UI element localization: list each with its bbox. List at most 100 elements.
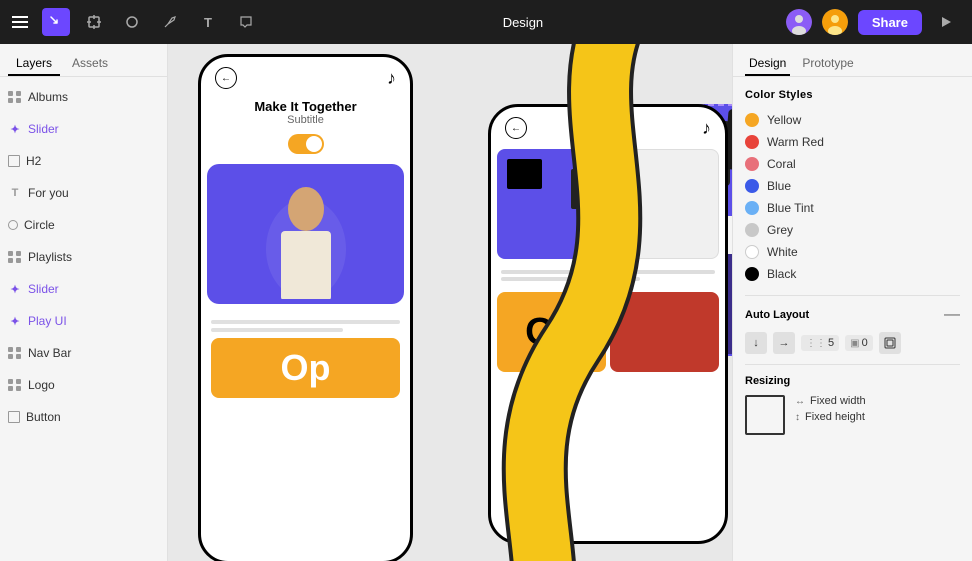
collapse-icon[interactable]: — (944, 306, 960, 324)
grid-icon-4 (8, 378, 22, 392)
music-icon-1: ♪ (387, 68, 396, 89)
layer-list: Albums ✦ Slider H2 T For you Circle (0, 77, 167, 561)
topbar-left: T (12, 8, 260, 36)
color-name-0: Yellow (767, 113, 801, 127)
grid-cell-2 (610, 149, 719, 259)
frame-tool[interactable] (80, 8, 108, 36)
pen-tool[interactable] (156, 8, 184, 36)
color-style-blue-tint[interactable]: Blue Tint (745, 197, 960, 219)
color-style-warm-red[interactable]: Warm Red (745, 131, 960, 153)
color-name-5: Grey (767, 223, 793, 237)
color-dot-2 (745, 157, 759, 171)
avatar-1 (786, 9, 812, 35)
layer-item-play-ui[interactable]: ✦ Play UI (0, 305, 167, 337)
comment-tool[interactable] (232, 8, 260, 36)
layer-item-h2[interactable]: H2 (0, 145, 167, 177)
layer-item-slider1[interactable]: ✦ Slider (0, 113, 167, 145)
auto-layout-header: Auto Layout — (745, 306, 960, 324)
grid-icon-2 (8, 250, 22, 264)
section-divider-2 (745, 364, 960, 365)
fixed-height-icon: ↕ (795, 412, 800, 423)
color-style-black[interactable]: Black (745, 263, 960, 285)
color-styles-title: Color Styles (745, 89, 960, 101)
color-dot-4 (745, 201, 759, 215)
layer-item-playlists[interactable]: Playlists (0, 241, 167, 273)
resizing-section: Resizing ↔ Fixed width ↕ Fixed height (745, 375, 960, 435)
menu-icon[interactable] (12, 12, 32, 32)
color-name-7: Black (767, 267, 796, 281)
panel-tabs: Layers Assets (0, 44, 167, 77)
color-name-2: Coral (767, 157, 796, 171)
al-align-btn[interactable] (879, 332, 901, 354)
back-button-2[interactable]: ← (505, 117, 527, 139)
oval-tool[interactable] (118, 8, 146, 36)
grid-cell-1: ▶ (497, 149, 606, 259)
color-dot-1 (745, 135, 759, 149)
right-panel-content: Color Styles Yellow Warm Red Coral Blue Blue… (733, 77, 972, 561)
al-down-btn[interactable]: ↓ (745, 332, 767, 354)
tab-assets[interactable]: Assets (64, 52, 116, 76)
layer-item-albums[interactable]: Albums (0, 81, 167, 113)
phone-mockup-1: ← ♪ Make It Together Subtitle (198, 54, 413, 561)
yellow-letters-card: Op (497, 292, 606, 372)
phone2-scroll (491, 263, 725, 288)
section-divider-1 (745, 295, 960, 296)
color-style-coral[interactable]: Coral (745, 153, 960, 175)
layer-item-for-you[interactable]: T For you (0, 177, 167, 209)
color-dot-7 (745, 267, 759, 281)
component-icon: ✦ (8, 122, 22, 136)
red-photo-card (610, 292, 719, 372)
component-icon-2: ✦ (8, 282, 22, 296)
layer-item-logo[interactable]: Logo (0, 369, 167, 401)
right-panel-tabs: Design Prototype (733, 44, 972, 77)
resizing-title: Resizing (745, 375, 960, 387)
color-name-6: White (767, 245, 798, 259)
color-style-grey[interactable]: Grey (745, 219, 960, 241)
phone1-image (207, 164, 404, 304)
layer-item-button[interactable]: Button (0, 401, 167, 433)
phone-mockup-2: ← ♪ ▶ (488, 104, 728, 544)
fixed-width-option[interactable]: ↔ Fixed width (795, 395, 866, 407)
phone1-lower: Op (201, 310, 410, 404)
avatar-2 (822, 9, 848, 35)
color-dot-3 (745, 179, 759, 193)
left-panel: Layers Assets Albums ✦ Slider H2 T For y… (0, 44, 168, 561)
layer-item-slider2[interactable]: ✦ Slider (0, 273, 167, 305)
tab-layers[interactable]: Layers (8, 52, 60, 76)
toggle-switch[interactable] (288, 134, 324, 154)
resizing-options: ↔ Fixed width ↕ Fixed height (795, 395, 866, 423)
resizing-controls: ↔ Fixed width ↕ Fixed height (745, 395, 960, 435)
color-style-blue[interactable]: Blue (745, 175, 960, 197)
back-button-1[interactable]: ← (215, 67, 237, 89)
color-dot-5 (745, 223, 759, 237)
al-spacing-field[interactable]: ⋮⋮ 5 (801, 335, 839, 351)
resizing-preview (745, 395, 785, 435)
tab-prototype[interactable]: Prototype (798, 52, 857, 76)
color-style-yellow[interactable]: Yellow (745, 109, 960, 131)
right-panel: Design Prototype Color Styles Yellow Warm… (732, 44, 972, 561)
color-style-white[interactable]: White (745, 241, 960, 263)
text-icon: T (8, 186, 22, 200)
move-tool[interactable] (42, 8, 70, 36)
component-icon-3: ✦ (8, 314, 22, 328)
frame-icon (8, 155, 20, 167)
layer-item-circle[interactable]: Circle (0, 209, 167, 241)
auto-layout-controls: ↓ → ⋮⋮ 5 ▣ 0 (745, 332, 960, 354)
frame-icon-2 (8, 411, 20, 423)
text-tool[interactable]: T (194, 8, 222, 36)
circle-icon (8, 220, 18, 230)
phone1-subtitle: Subtitle (215, 114, 396, 126)
al-padding-field[interactable]: ▣ 0 (845, 335, 873, 351)
canvas[interactable]: ← ♪ Make It Together Subtitle (168, 44, 732, 561)
topbar: T Design Share (0, 0, 972, 44)
page-title: Design (503, 15, 543, 30)
layer-item-nav-bar[interactable]: Nav Bar (0, 337, 167, 369)
color-name-3: Blue (767, 179, 791, 193)
color-dot-6 (745, 245, 759, 259)
fixed-height-option[interactable]: ↕ Fixed height (795, 411, 866, 423)
phone1-title: Make It Together (215, 99, 396, 114)
share-button[interactable]: Share (858, 10, 922, 35)
tab-design[interactable]: Design (745, 52, 790, 76)
present-button[interactable] (932, 8, 960, 36)
al-right-btn[interactable]: → (773, 332, 795, 354)
